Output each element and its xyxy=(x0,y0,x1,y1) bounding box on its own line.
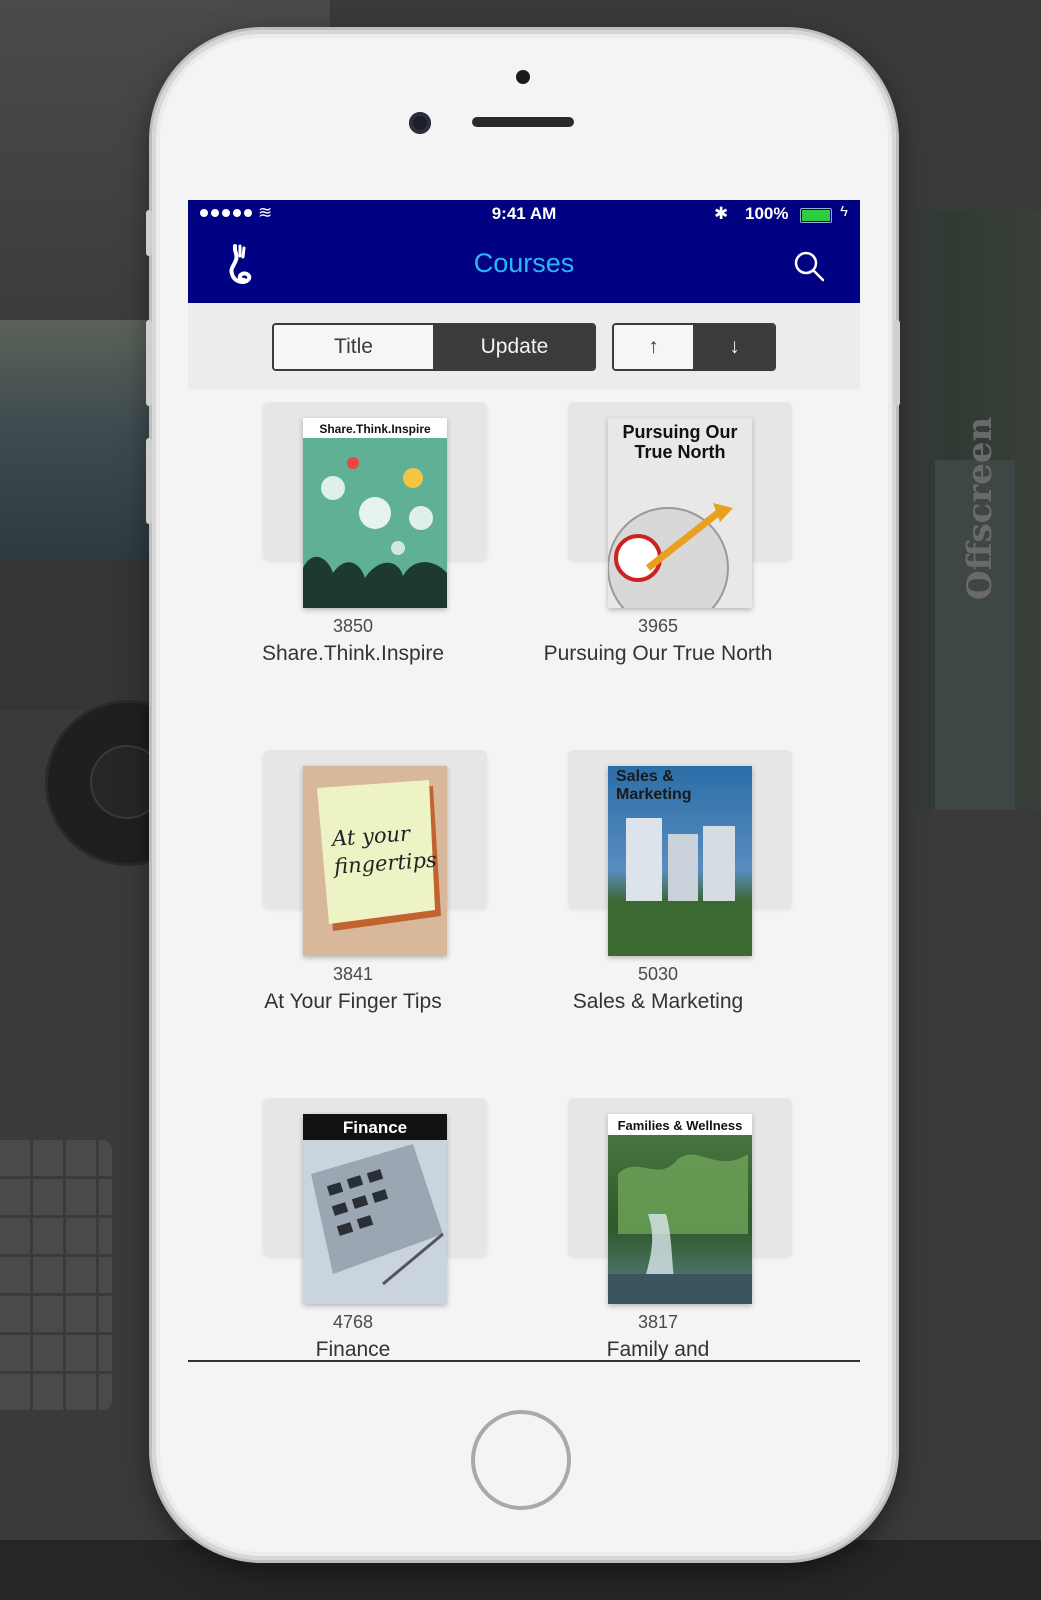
cover-art xyxy=(303,457,447,608)
course-name: Family and xyxy=(606,1338,710,1361)
proximity-sensor xyxy=(516,70,530,84)
cover-title: At your fingertips xyxy=(331,821,438,879)
sort-toolbar: Title Update ↑ ↓ xyxy=(188,303,860,390)
mute-switch xyxy=(146,210,152,256)
course-cover[interactable]: Families & Wellness xyxy=(608,1114,752,1304)
course-tile[interactable]: Finance 4768 Finance xyxy=(188,1086,503,1388)
cover-art xyxy=(608,503,733,608)
status-bar: ≋ 9:41 AM ✱ 100% ϟ xyxy=(188,200,860,228)
course-id: 3817 xyxy=(637,1312,679,1332)
page-title: Courses xyxy=(473,248,575,278)
charging-icon: ϟ xyxy=(840,203,848,220)
course-id: 3965 xyxy=(637,616,679,636)
screen-bottom xyxy=(188,1362,860,1388)
course-cover[interactable]: Share.Think.Inspire xyxy=(303,418,447,608)
sort-order-segment: ↑ ↓ xyxy=(612,323,776,371)
earpiece-speaker xyxy=(472,117,574,127)
course-cover[interactable]: At your fingertips xyxy=(303,766,447,956)
course-id: 5030 xyxy=(637,964,679,984)
background-photo xyxy=(0,320,150,560)
search-icon[interactable] xyxy=(793,250,825,282)
background-keyboard xyxy=(0,1140,112,1410)
course-cover[interactable]: Sales & Marketing xyxy=(608,766,752,956)
cover-title: Sales & Marketing xyxy=(616,768,692,803)
sort-descending-button[interactable]: ↓ xyxy=(695,325,774,369)
course-tile[interactable]: Pursuing Our True North 3965 Pursuing Ou… xyxy=(488,390,808,730)
background-desk xyxy=(0,560,150,710)
course-name: Sales & Marketing xyxy=(572,990,744,1013)
sort-ascending-button[interactable]: ↑ xyxy=(614,325,695,369)
course-tile[interactable]: At your fingertips 3841 At Your Finger T… xyxy=(188,738,503,1078)
volume-down-button xyxy=(146,438,152,524)
course-cover[interactable]: Pursuing Our True North xyxy=(608,418,752,608)
cover-art xyxy=(608,1154,752,1304)
sort-by-title-button[interactable]: Title xyxy=(274,325,435,369)
sort-by-update-button[interactable]: Update xyxy=(435,325,594,369)
volume-up-button xyxy=(146,320,152,406)
app-screen: ≋ 9:41 AM ✱ 100% ϟ Courses Title Update … xyxy=(188,200,860,1388)
battery-percent: 100% xyxy=(745,204,789,223)
course-tile[interactable]: Share.Think.Inspire 3850 Share.Think.Ins… xyxy=(188,390,503,730)
nav-bar: Courses xyxy=(188,228,860,303)
course-tile[interactable]: Sales & Marketing 5030 Sales & Marketing xyxy=(488,738,808,1078)
sort-field-segment: Title Update xyxy=(272,323,596,371)
course-cover[interactable]: Finance xyxy=(303,1114,447,1304)
battery-icon xyxy=(800,208,832,223)
home-button[interactable] xyxy=(471,1410,571,1510)
front-camera xyxy=(409,112,431,134)
power-button xyxy=(894,320,900,406)
bluetooth-icon: ✱ xyxy=(714,204,729,223)
course-tile[interactable]: Families & Wellness 3817 Family and xyxy=(488,1086,808,1388)
watermark: Offscreen xyxy=(960,416,1000,600)
cover-art xyxy=(311,1144,444,1286)
course-name: Pursuing Our True North xyxy=(543,642,773,665)
